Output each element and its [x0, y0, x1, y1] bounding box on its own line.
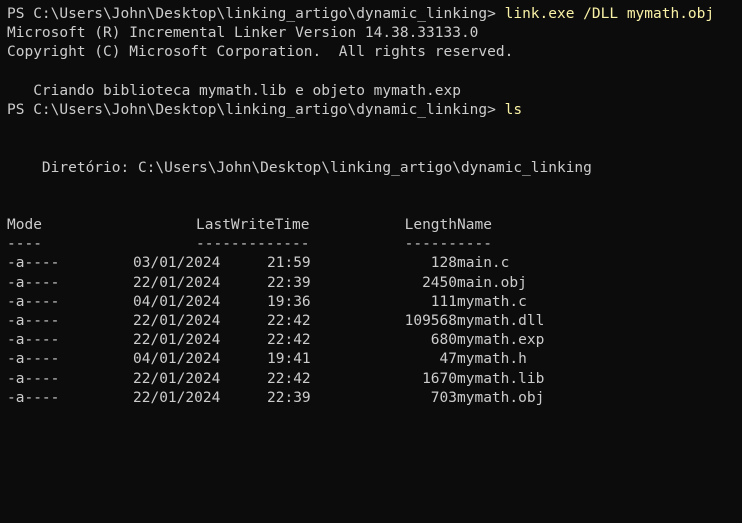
command-link: link.exe /DLL mymath.obj [504, 6, 715, 22]
linker-version-line: Microsoft (R) Incremental Linker Version… [7, 25, 479, 42]
underline-mode: ---- [7, 236, 42, 253]
file-time: 19:41 [267, 351, 311, 368]
file-time: 22:42 [267, 313, 311, 329]
header-mode: Mode [7, 217, 42, 234]
file-name: mymath.lib [457, 370, 545, 387]
file-date: 22/01/2024 [133, 313, 221, 329]
file-row: -a---- 04/01/2024 19:36 111 mymath.c [7, 293, 740, 312]
file-name: main.obj [457, 274, 527, 291]
prompt-line-1: PS C:\Users\John\Desktop\linking_artigo\… [7, 5, 740, 24]
file-length: 128 [430, 255, 457, 272]
file-length: 2450 [422, 274, 457, 291]
underline-lastwritetime: ------------- [196, 236, 310, 253]
file-mode: -a---- [7, 389, 60, 406]
creating-library-line: Criando biblioteca mymath.lib e objeto m… [7, 82, 461, 99]
file-length: 1670 [422, 370, 457, 387]
command-ls: ls [504, 101, 523, 118]
file-date: 22/01/2024 [133, 332, 221, 349]
file-length: 109568 [404, 313, 457, 329]
file-mode: -a---- [7, 370, 60, 387]
file-mode: -a---- [7, 313, 60, 329]
file-time: 21:59 [267, 255, 311, 272]
file-row: -a---- 22/01/2024 22:42 680 mymath.exp [7, 331, 740, 350]
file-date: 04/01/2024 [133, 293, 221, 310]
file-length: 47 [439, 351, 457, 368]
file-time: 22:39 [267, 274, 311, 291]
file-row: -a---- 22/01/2024 22:42 109568 mymath.dl… [7, 312, 740, 331]
listing-header: Mode LastWriteTime Length Name [7, 216, 740, 235]
copyright-line: Copyright (C) Microsoft Corporation. All… [7, 44, 514, 61]
prompt: PS C:\Users\John\Desktop\linking_artigo\… [7, 6, 496, 22]
file-mode: -a---- [7, 255, 60, 272]
file-mode: -a---- [7, 293, 60, 310]
file-name: mymath.dll [457, 313, 545, 329]
file-date: 22/01/2024 [133, 274, 221, 291]
file-row: -a---- 22/01/2024 22:39 2450 main.obj [7, 274, 740, 293]
file-date: 22/01/2024 [133, 389, 221, 406]
file-length: 703 [430, 389, 457, 406]
file-row: -a---- 03/01/2024 21:59 128 main.c [7, 254, 740, 273]
file-row: -a---- 22/01/2024 22:42 1670 mymath.lib [7, 370, 740, 389]
file-name: main.c [457, 255, 510, 272]
file-name: mymath.exp [457, 332, 545, 349]
file-time: 22:42 [267, 332, 311, 349]
file-date: 03/01/2024 [133, 255, 221, 272]
prompt: PS C:\Users\John\Desktop\linking_artigo\… [7, 101, 496, 118]
file-date: 04/01/2024 [133, 351, 221, 368]
file-length: 111 [430, 293, 457, 310]
file-time: 19:36 [267, 293, 311, 310]
file-name: mymath.c [457, 293, 527, 310]
directory-line: Diretório: C:\Users\John\Desktop\linking… [7, 159, 592, 176]
file-row: -a---- 04/01/2024 19:41 47 mymath.h [7, 350, 740, 369]
prompt-line-2: PS C:\Users\John\Desktop\linking_artigo\… [7, 101, 740, 120]
header-length: Length [404, 217, 457, 234]
terminal-window[interactable]: PS C:\Users\John\Desktop\linking_artigo\… [7, 5, 740, 408]
file-time: 22:39 [267, 389, 311, 406]
file-mode: -a---- [7, 274, 60, 291]
underline-length: ------ [404, 236, 457, 253]
header-lastwritetime: LastWriteTime [196, 217, 310, 234]
file-date: 22/01/2024 [133, 370, 221, 387]
file-time: 22:42 [267, 370, 311, 387]
file-mode: -a---- [7, 332, 60, 349]
file-name: mymath.h [457, 351, 527, 368]
file-mode: -a---- [7, 351, 60, 368]
file-row: -a---- 22/01/2024 22:39 703 mymath.obj [7, 389, 740, 408]
file-length: 680 [430, 332, 457, 349]
listing-header-underline: ---- ------------- ------ ---- [7, 235, 740, 254]
file-name: mymath.obj [457, 389, 545, 406]
header-name: Name [457, 217, 492, 234]
underline-name: ---- [457, 236, 492, 253]
